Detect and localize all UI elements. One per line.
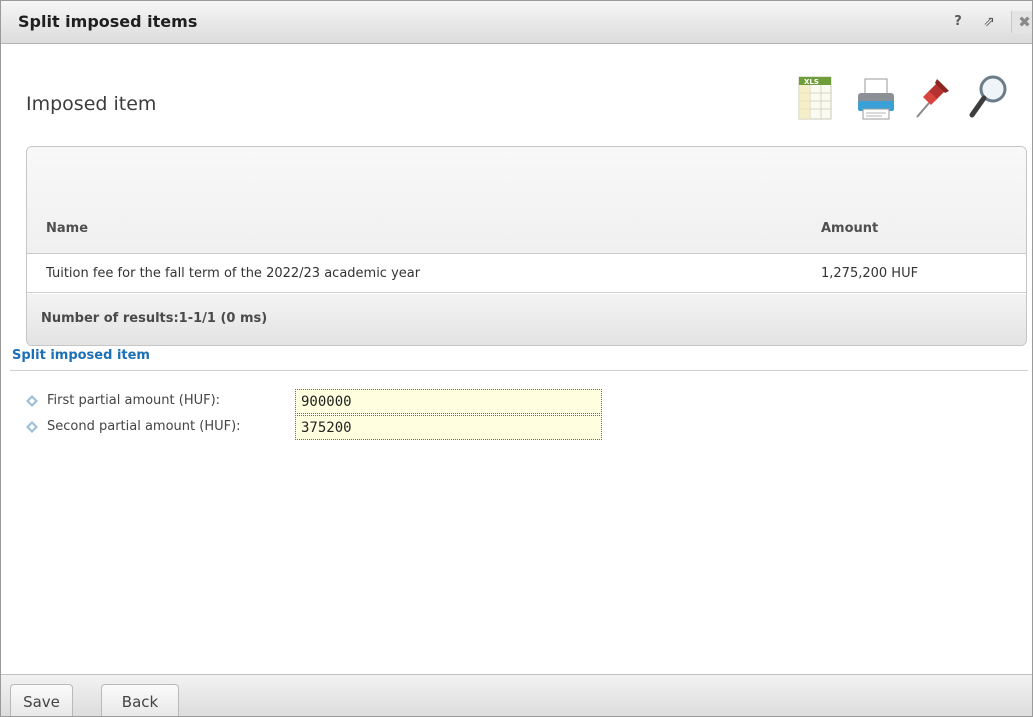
second-partial-input[interactable]: [295, 415, 602, 440]
close-icon[interactable]: ✖: [1011, 11, 1032, 33]
title-bar: Split imposed items ? ⇗ ✖: [1, 1, 1032, 44]
second-partial-label: Second partial amount (HUF):: [47, 419, 241, 434]
first-partial-input[interactable]: [295, 389, 602, 414]
cell-name: Tuition fee for the fall term of the 202…: [46, 266, 421, 281]
cell-amount: 1,275,200 HUF: [821, 266, 919, 281]
column-header-name[interactable]: Name: [46, 221, 88, 236]
print-icon[interactable]: [854, 71, 902, 137]
window-title: Split imposed items: [18, 12, 198, 31]
results-count: Number of results:1-1/1 (0 ms): [41, 311, 268, 326]
xls-export-icon[interactable]: XLS: [796, 71, 844, 137]
first-partial-label: First partial amount (HUF):: [47, 393, 221, 408]
diamond-bullet-icon: [26, 421, 38, 433]
help-button[interactable]: ?: [947, 11, 969, 33]
section-heading: Imposed item: [26, 93, 157, 115]
svg-text:XLS: XLS: [804, 78, 819, 86]
imposed-items-grid: Name Amount Tuition fee for the fall ter…: [26, 146, 1027, 346]
back-button[interactable]: Back: [101, 684, 179, 716]
dialog-window: Split imposed items ? ⇗ ✖ Imposed item X…: [0, 0, 1033, 717]
grid-footer: Number of results:1-1/1 (0 ms): [27, 294, 1026, 345]
column-header-amount[interactable]: Amount: [821, 221, 878, 236]
grid-header: Name Amount: [27, 147, 1026, 254]
popout-icon[interactable]: ⇗: [978, 11, 1000, 33]
split-section-title: Split imposed item: [12, 348, 150, 363]
bottom-button-bar: Save Back: [1, 674, 1032, 716]
split-divider: [10, 370, 1028, 371]
table-row[interactable]: Tuition fee for the fall term of the 202…: [27, 255, 1026, 293]
search-icon[interactable]: [966, 71, 1014, 137]
pin-icon[interactable]: [909, 71, 957, 137]
diamond-bullet-icon: [26, 395, 38, 407]
save-button[interactable]: Save: [10, 684, 73, 716]
